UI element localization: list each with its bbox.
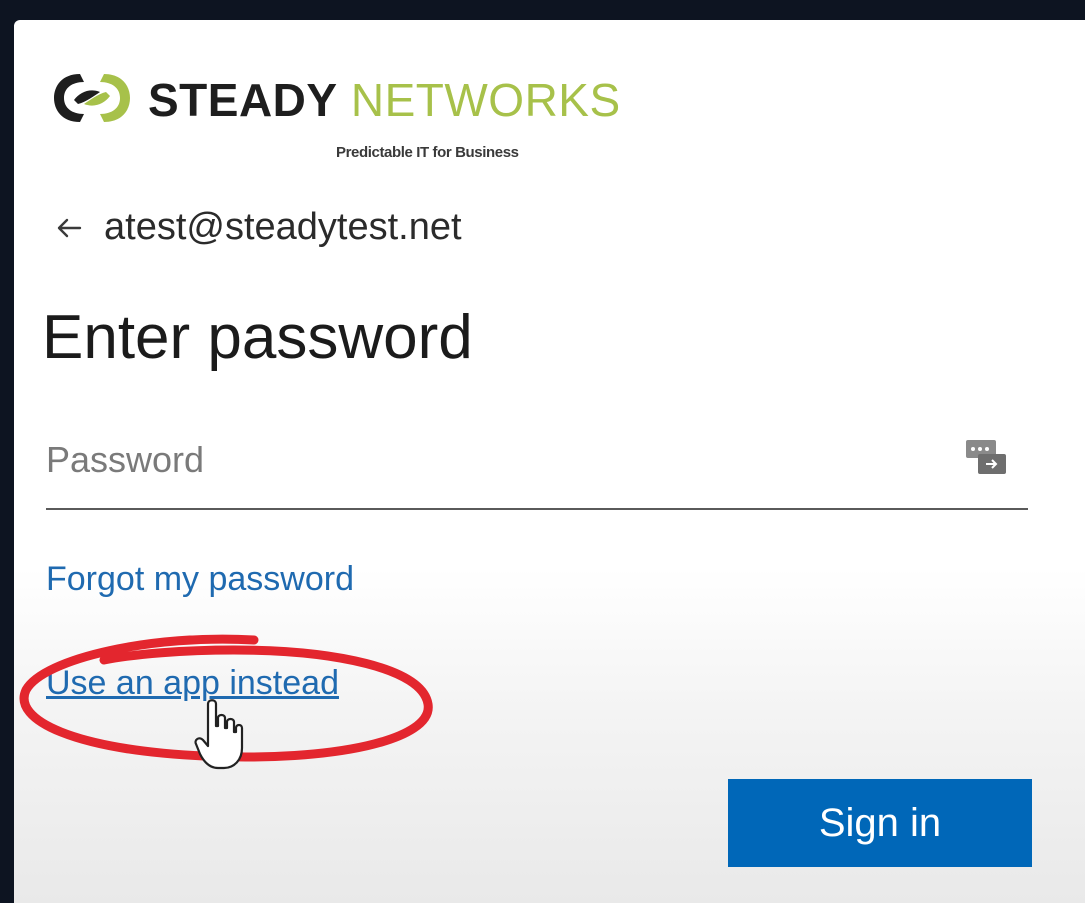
use-app-instead-link[interactable]: Use an app instead	[46, 664, 339, 703]
sign-in-button[interactable]: Sign in	[728, 779, 1032, 867]
logo-wordmark: STEADY NETWORKS	[148, 72, 621, 128]
logo-word-networks: NETWORKS	[350, 74, 621, 126]
password-input[interactable]	[46, 430, 946, 490]
dark-frame: STEADY NETWORKS Predictable IT for Busin…	[0, 0, 1085, 903]
forgot-password-link[interactable]: Forgot my password	[46, 560, 354, 599]
identity-email: atest@steadytest.net	[104, 206, 462, 248]
logo-mark-icon	[54, 74, 130, 122]
page-title: Enter password	[42, 303, 473, 372]
signin-card: STEADY NETWORKS Predictable IT for Busin…	[14, 20, 1085, 903]
logo-word-steady: STEADY	[148, 74, 338, 126]
brand-logo: STEADY NETWORKS Predictable IT for Busin…	[50, 60, 620, 170]
reveal-password-icon[interactable]	[964, 436, 1008, 478]
hand-cursor-icon	[194, 699, 244, 770]
password-field	[46, 420, 1028, 510]
logo-tagline: Predictable IT for Business	[336, 144, 519, 161]
identity-banner[interactable]: atest@steadytest.net	[54, 206, 462, 249]
arrow-left-icon[interactable]	[54, 213, 84, 243]
